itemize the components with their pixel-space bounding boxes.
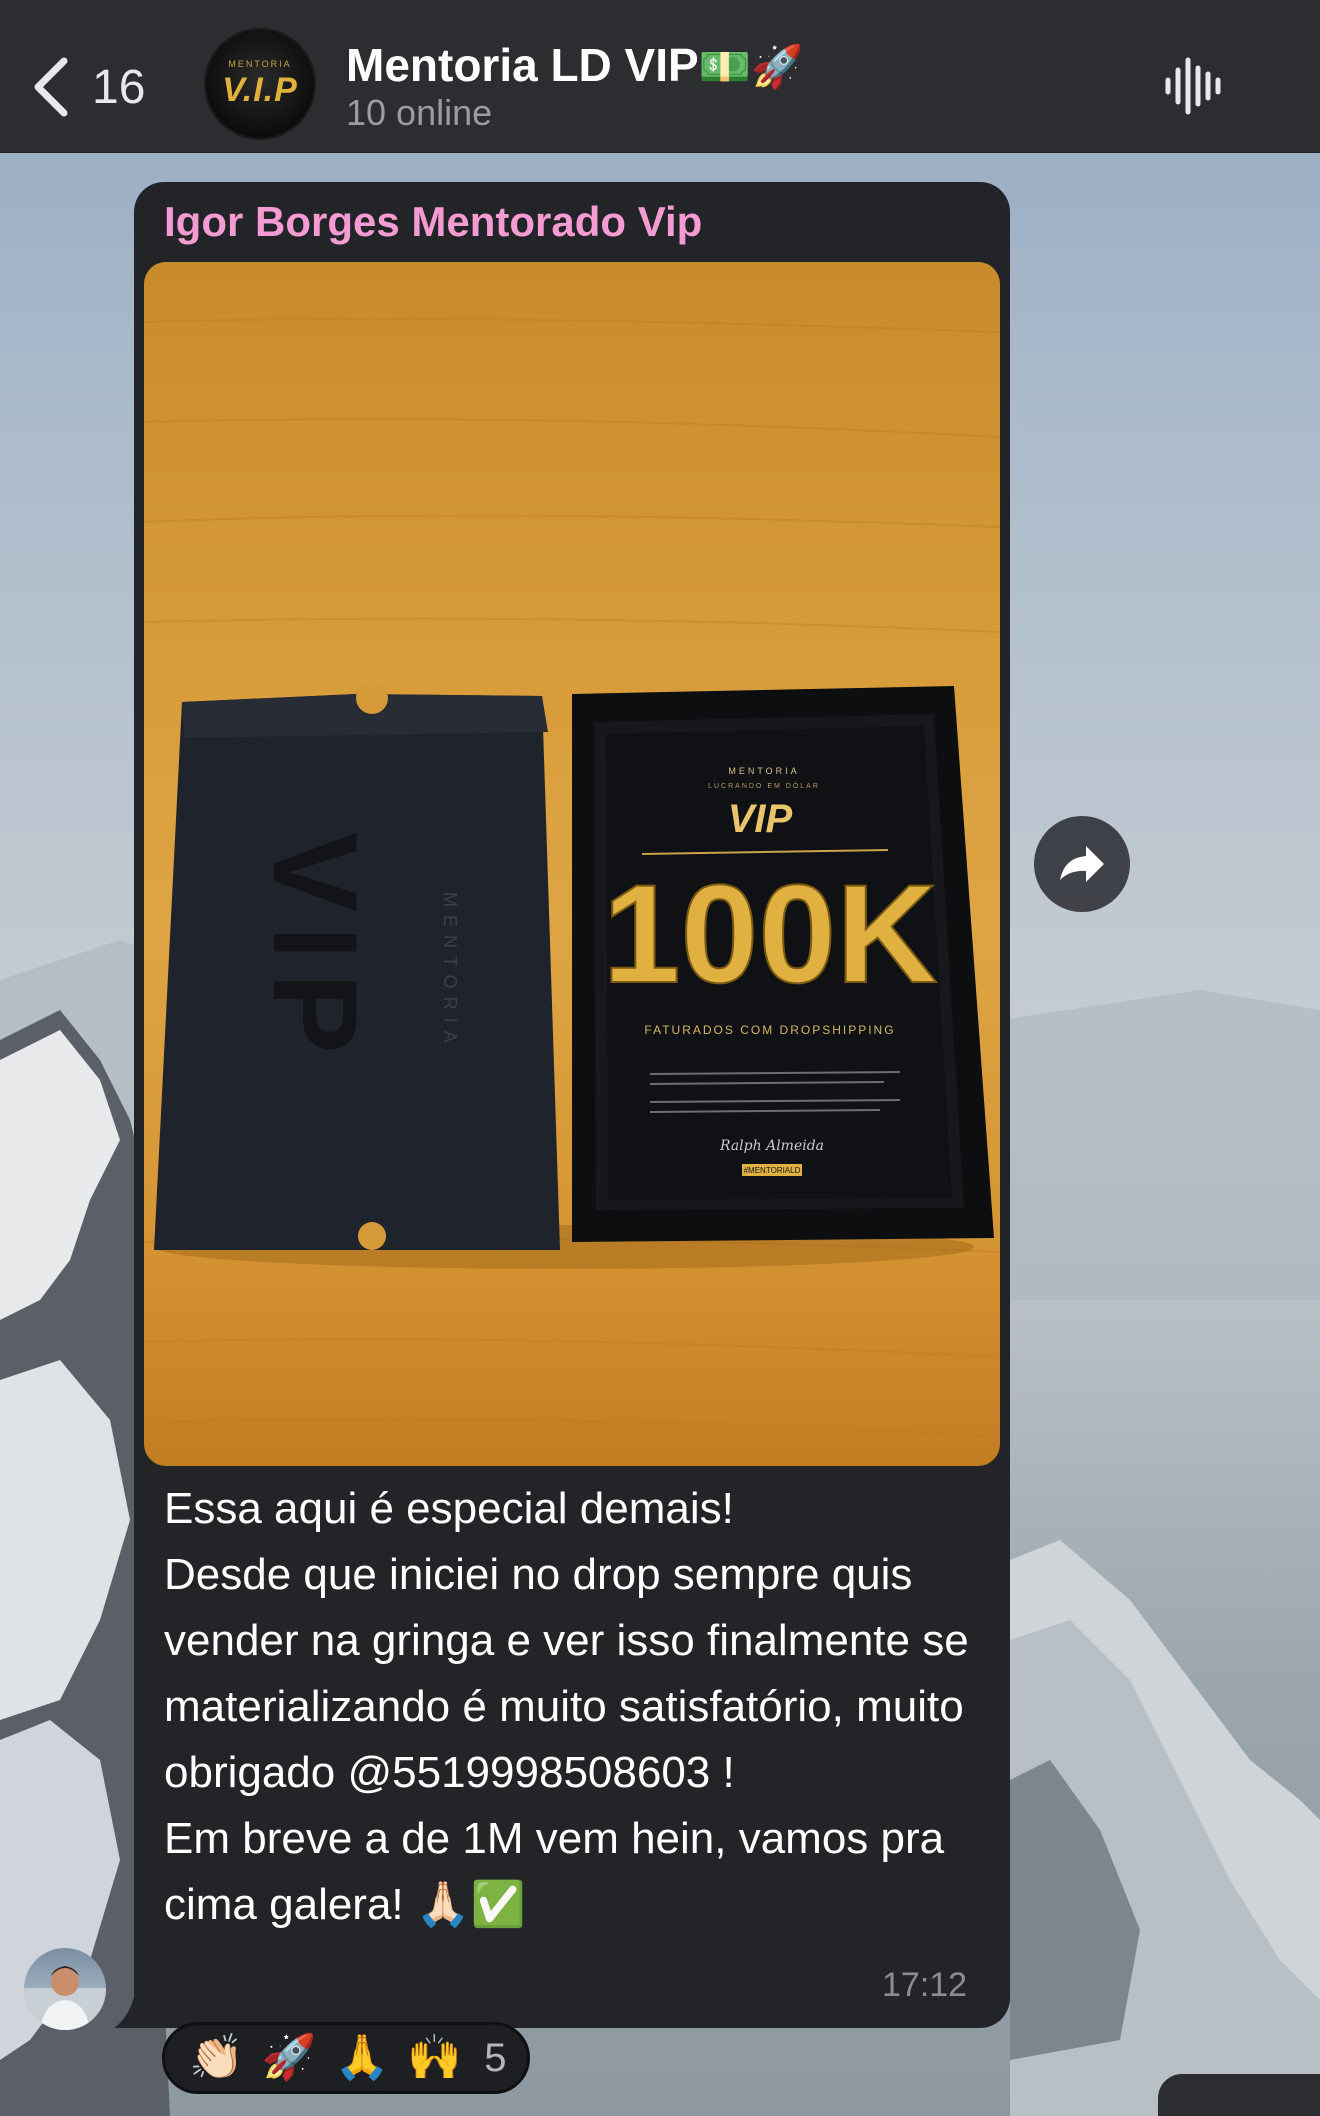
chat-title-text: Mentoria LD VIP xyxy=(346,39,699,91)
reaction-raised-hands[interactable]: 🙌 xyxy=(407,2036,462,2080)
plaque-signature: Ralph Almeida xyxy=(719,1138,824,1154)
sender-avatar[interactable] xyxy=(24,1948,106,2030)
online-status: 10 online xyxy=(346,92,493,133)
forward-button[interactable] xyxy=(1034,816,1130,912)
plaque-sub: LUCRANDO EM DÓLAR xyxy=(708,781,820,790)
title-emojis: 💵🚀 xyxy=(698,43,804,90)
box-lid: VIP MENTORIA xyxy=(154,682,560,1250)
plaque-top: MENTORIA xyxy=(728,766,799,776)
message-time: 17:12 xyxy=(882,1966,968,2004)
message-photo[interactable]: VIP MENTORIA MENTORIA LUCRANDO EM DÓLAR … xyxy=(144,262,1000,1466)
reactions-bar[interactable]: 👏🏻 🚀 🙏 🙌 5 xyxy=(162,2022,530,2094)
message-line-3: Em breve a de 1M vem hein, vamos pra cim… xyxy=(164,1814,945,1929)
reaction-count: 5 xyxy=(484,2035,507,2080)
reaction-rocket[interactable]: 🚀 xyxy=(262,2036,317,2080)
reaction-pray[interactable]: 🙏 xyxy=(335,2036,390,2080)
message-text: Essa aqui é especial demais! Desde que i… xyxy=(164,1476,984,1938)
plaque-amount: 100K xyxy=(603,855,938,1012)
unread-count: 16 xyxy=(92,60,146,114)
plaque-tag: #MENTORIALD xyxy=(744,1166,801,1175)
voice-chat-button[interactable] xyxy=(1160,54,1230,118)
plaque-frame: MENTORIA LUCRANDO EM DÓLAR VIP 100K FATU… xyxy=(572,686,994,1242)
voice-chat-icon xyxy=(1165,57,1221,115)
scroll-down-button[interactable] xyxy=(1158,2074,1320,2116)
chat-title[interactable]: Mentoria LD VIP💵🚀 xyxy=(346,38,803,92)
plaque-vip: VIP xyxy=(728,797,793,841)
message-bubble[interactable]: Igor Borges Mentorado Vip VIP MENTORIA M… xyxy=(134,182,1010,2028)
reaction-clap[interactable]: 👏🏻 xyxy=(189,2036,244,2080)
plaque-caption: FATURADOS COM DROPSHIPPING xyxy=(644,1023,895,1037)
message-line-1: Essa aqui é especial demais! xyxy=(164,1484,734,1533)
box-vip-label: VIP xyxy=(248,832,382,1067)
chevron-left-icon xyxy=(34,57,68,117)
forward-arrow-icon xyxy=(1060,846,1104,882)
back-button[interactable]: 16 xyxy=(30,50,170,124)
avatar-small-text: MENTORIA xyxy=(228,58,292,69)
avatar-vip-text: V.I.P xyxy=(222,70,298,109)
message-line-2: Desde que iniciei no drop sempre quis ve… xyxy=(164,1550,969,1797)
chat-header: 16 MENTORIA V.I.P Mentoria LD VIP💵🚀 10 o… xyxy=(0,0,1320,153)
sender-name[interactable]: Igor Borges Mentorado Vip xyxy=(164,198,702,246)
group-avatar[interactable]: MENTORIA V.I.P xyxy=(206,30,314,138)
box-side-label: MENTORIA xyxy=(440,892,460,1051)
